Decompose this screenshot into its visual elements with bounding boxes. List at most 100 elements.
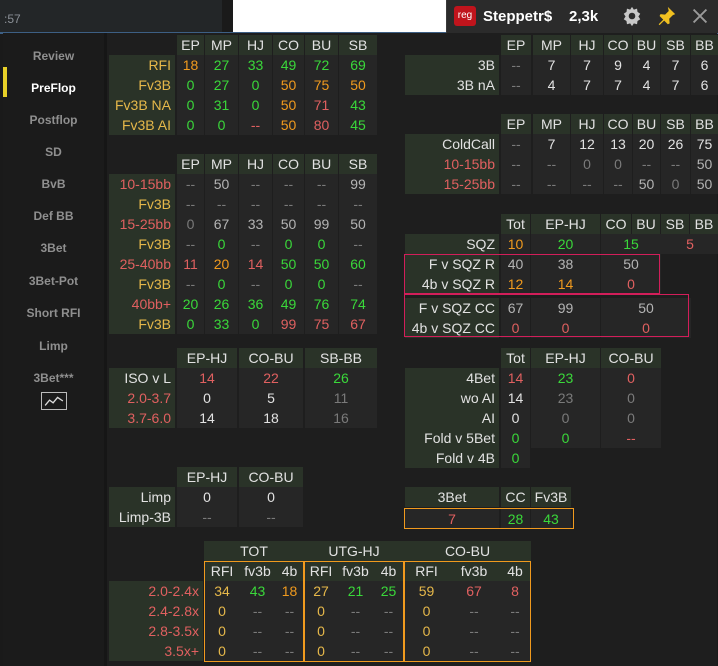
stack-cell: 20 [177,294,204,314]
coldcall-cell: 26 [661,134,690,154]
coldcall-cell: 12 [571,134,603,154]
stack-cell: 50 [273,214,304,234]
sqz-header-2: CO [601,214,631,234]
rfi-cell: 0 [239,75,272,95]
line-chart-icon[interactable] [41,392,67,410]
gear-icon[interactable] [621,5,643,27]
stack-cell: 74 [339,294,377,314]
fourbet-row-label: Fold v 4B [405,448,499,468]
sqz-header-1: EP-HJ [531,214,600,234]
stack-row-label: Fv3B [109,234,175,254]
coldcall-cell: 13 [604,134,632,154]
sidebar-item-review[interactable]: Review [3,49,104,63]
iso-cell: 26 [305,368,377,388]
sqz-cell: 20 [531,234,600,254]
rfi-cell: 33 [239,55,272,75]
sidebar-item-def-bb[interactable]: Def BB [3,209,104,223]
sidebar-item-limp[interactable]: Limp [3,339,104,353]
stack-header-5: SB [339,154,377,174]
coldcall-cell: 50 [691,174,718,194]
threebet-header-6: BB [691,35,718,55]
rfi-cell: 0 [177,115,204,135]
close-icon[interactable] [689,5,711,27]
rfi-row-label: Fv3B [109,75,175,95]
stack-cell: -- [177,234,204,254]
hud-titlebar[interactable]: reg Steppetr$ 2,3k [446,0,718,33]
rfi-header-0: EP [177,35,204,55]
rfi-cell: 27 [205,55,238,75]
threebet-cell: 4 [533,75,570,95]
stack-cell: 50 [205,174,238,194]
stack-cell: 0 [205,274,238,294]
threebet-cell: 6 [691,55,718,75]
sqz-cell: 5 [661,234,718,254]
sidebar-item-short-rfi[interactable]: Short RFI [3,306,104,320]
coldcall-cell: -- [501,154,531,174]
sidebar-item-sd[interactable]: SD [3,145,104,159]
stack-cell: 99 [305,214,338,234]
sidebar-item-3bet[interactable]: 3Bet [3,241,104,255]
threebet-header-0: EP [501,35,531,55]
stack-cell: 14 [239,254,272,274]
stack-cell: -- [177,194,204,214]
stack-cell: 67 [339,314,377,334]
rfi-cell: -- [239,115,272,135]
threebet-header-4: BU [633,35,660,55]
stack-cell: -- [273,174,304,194]
sizing-co-bu-box [404,561,531,662]
fourbet-cell: 14 [501,368,530,388]
rfi-cell: 69 [339,55,377,75]
rfi-cell: 0 [239,95,272,115]
iso-cell: 18 [239,408,303,428]
sidebar-item-bvb[interactable]: BvB [3,177,104,191]
coldcall-row-label: ColdCall [405,134,499,154]
rfi-cell: 50 [339,75,377,95]
background-white-region [233,0,448,34]
sidebar-item-3bet[interactable]: 3Bet*** [3,371,104,385]
iso-cell: 5 [239,388,303,408]
threebet-cell: 7 [604,75,632,95]
stack-row-label: 10-15bb [109,174,175,194]
rfi-header-1: MP [205,35,238,55]
threebet-cell: -- [501,55,531,75]
stack-cell: 0 [305,274,338,294]
stack-cell: 0 [273,274,304,294]
sidebar-item-postflop[interactable]: Postflop [3,113,104,127]
threebet-cell: 6 [691,75,718,95]
coldcall-cell: 20 [633,134,660,154]
fourbet-cell: -- [601,428,661,448]
sizing-group-header-2: CO-BU [404,541,531,561]
threebet-cell: 7 [533,55,570,75]
iso-header-1: CO-BU [239,348,303,368]
threebet-cell: -- [501,75,531,95]
rfi-cell: 0 [177,95,204,115]
stack-cell: 0 [177,214,204,234]
stack-cell: -- [339,194,377,214]
limp-cell: -- [177,507,237,527]
stack-cell: -- [305,194,338,214]
fourbet-cell: 0 [501,448,530,468]
stack-row-label: Fv3B [109,314,175,334]
stats-content: EP MP HJ CO BU SB RFI 18 27 33 49 72 69 Fv3B 0 27 0 50 75 5… [107,33,718,666]
pin-icon[interactable] [655,5,677,27]
coldcall-header-3: CO [604,114,632,134]
stack-cell: -- [177,274,204,294]
threebet-row-label: 3B nA [405,75,499,95]
sidebar-item-3bet-pot[interactable]: 3Bet-Pot [3,274,104,288]
rfi-cell: 72 [305,55,338,75]
threebet-cell: 4 [633,75,660,95]
rfi-cell: 45 [339,115,377,135]
stack-cell: 33 [205,314,238,334]
fourbet-cell: 0 [601,408,661,428]
stack-cell: 67 [205,214,238,234]
fourbet-cell: 14 [501,388,530,408]
threebet-cell: 7 [571,75,603,95]
coldcall-header-1: MP [533,114,570,134]
hands-count: 2,3k [569,8,599,25]
sidebar-item-preflop[interactable]: PreFlop [3,81,104,95]
sqz-header-3: BU [632,214,660,234]
threebet-cell: 7 [661,75,690,95]
fourbet-cell: 23 [531,388,600,408]
stack-cell: 75 [305,314,338,334]
iso-header-0: EP-HJ [177,348,237,368]
